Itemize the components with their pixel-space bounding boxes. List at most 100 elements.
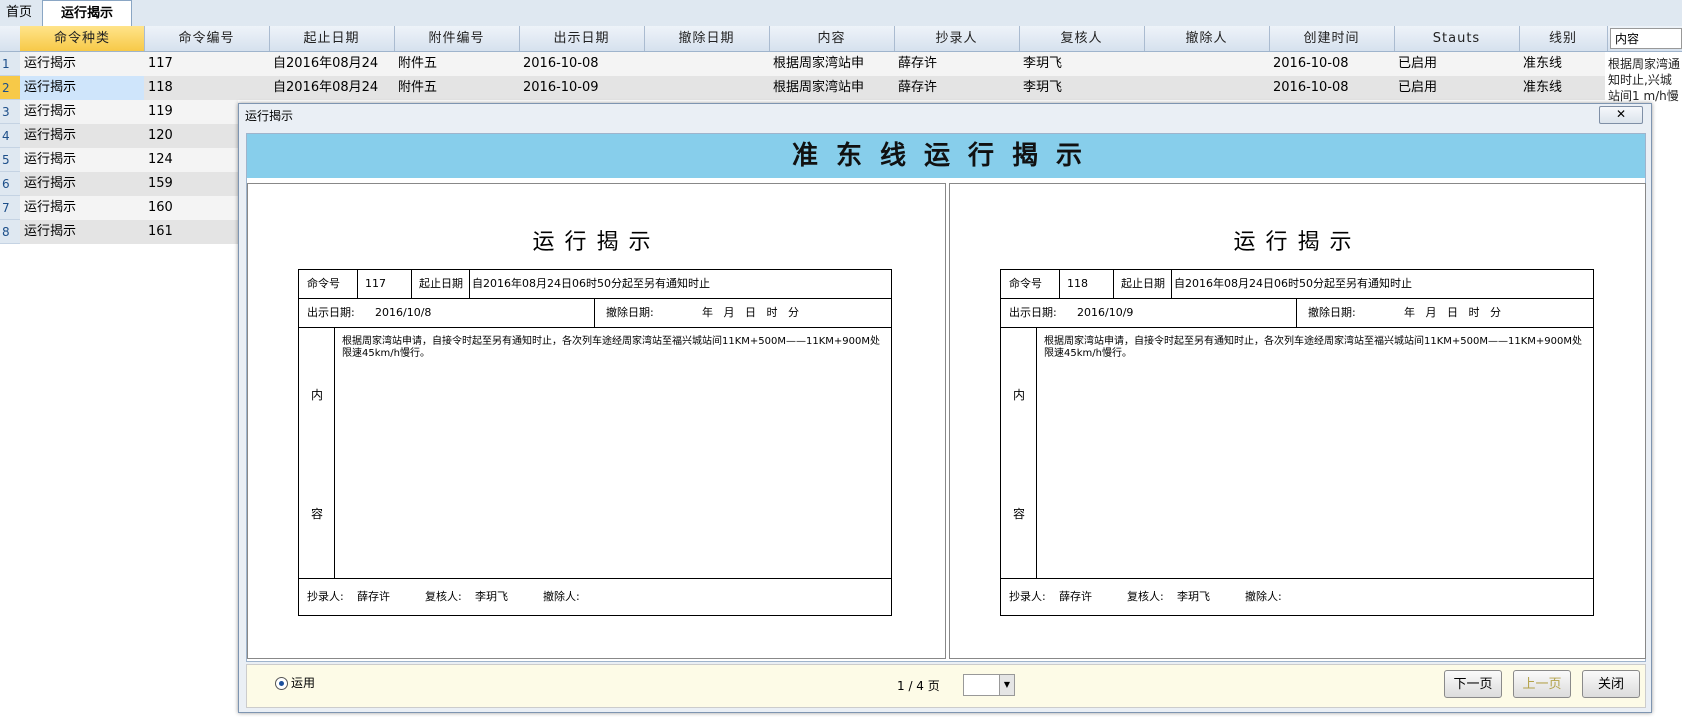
cell-status: 已启用 [1398, 80, 1438, 95]
col-header-status[interactable]: Stauts [1394, 26, 1520, 51]
notice-form: 命令号 117 起止日期 自2016年08月24日06时50分起至另有通知时止 … [298, 269, 892, 616]
cell-type: 运行揭示 [24, 152, 77, 167]
cell-type: 运行揭示 [24, 200, 77, 215]
col-header-checker[interactable]: 复核人 [1019, 26, 1145, 51]
show-date-label: 出示日期: [1009, 306, 1057, 319]
col-header-created[interactable]: 创建时间 [1269, 26, 1395, 51]
col-header-attachment[interactable]: 附件编号 [394, 26, 520, 51]
notice-page: 运行揭示 命令号 118 起止日期 自2016年08月24日06时50分起至另有… [949, 183, 1646, 659]
table-row[interactable]: 8 运行揭示 161 [0, 220, 238, 244]
form-row-content: 内 容 根据周家湾站申请，自接令时起至另有通知时止，各次列车途经周家湾站至福兴城… [1001, 328, 1593, 579]
remove-date-label: 撤除日期: [606, 306, 654, 319]
next-page-button[interactable]: 下一页 [1444, 670, 1502, 698]
show-date-value: 2016/10/8 [375, 306, 432, 319]
table-row[interactable]: 7 运行揭示 160 [0, 196, 238, 220]
row-number: 1 [0, 52, 20, 76]
cell-id: 161 [148, 224, 173, 239]
col-header-remover[interactable]: 撤除人 [1144, 26, 1270, 51]
form-row-signers: 抄录人: 薛存许 复核人: 李玥飞 撤除人: [1001, 579, 1593, 614]
remover-label: 撤除人: [1245, 590, 1282, 603]
show-date-value: 2016/10/9 [1077, 306, 1134, 319]
cmd-value: 118 [1067, 277, 1088, 290]
tab-bar: 首页 运行揭示 [0, 0, 1682, 28]
col-header-remove-date[interactable]: 撤除日期 [644, 26, 770, 51]
run-notice-dialog: 运行揭示 ✕ 准东线运行揭示 运行揭示 命令号 117 起止日期 自2016年0… [238, 103, 1652, 713]
cell-attachment: 附件五 [398, 80, 438, 95]
cell-id: 119 [148, 104, 173, 119]
cell-type: 运行揭示 [24, 224, 77, 239]
cell-checker: 李玥飞 [1023, 80, 1063, 95]
cell-id: 124 [148, 152, 173, 167]
cell-copier: 薛存许 [898, 56, 938, 71]
cmd-label: 命令号 [1009, 277, 1042, 290]
cell-range: 自2016年08月24 [273, 80, 379, 95]
cell-created: 2016-10-08 [1273, 56, 1349, 71]
page-select[interactable]: ▼ [963, 674, 1015, 696]
page-title: 运行揭示 [532, 230, 661, 255]
cell-show-date: 2016-10-09 [523, 80, 599, 95]
copier-value: 薛存许 [357, 590, 390, 603]
range-value: 自2016年08月24日06时50分起至另有通知时止 [472, 277, 710, 290]
cell-attachment: 附件五 [398, 56, 438, 71]
tab-run-notice[interactable]: 运行揭示 [42, 0, 132, 28]
row-number: 6 [0, 172, 20, 196]
grid-header: 命令种类 命令编号 起止日期 附件编号 出示日期 撤除日期 内容 抄录人 复核人… [0, 26, 1682, 52]
col-header-copier[interactable]: 抄录人 [894, 26, 1020, 51]
form-row-command: 命令号 117 起止日期 自2016年08月24日06时50分起至另有通知时止 [299, 270, 891, 299]
form-row-content: 内 容 根据周家湾站申请，自接令时起至另有通知时止，各次列车途经周家湾站至福兴城… [299, 328, 891, 579]
col-header-content[interactable]: 内容 [769, 26, 895, 51]
checker-label: 复核人: [425, 590, 462, 603]
cell-checker: 李玥飞 [1023, 56, 1063, 71]
use-radio-label[interactable]: 运用 [291, 674, 315, 691]
cell-range: 自2016年08月24 [273, 56, 379, 71]
remove-date-format: 年 月 日 时 分 [702, 306, 799, 319]
tab-home[interactable]: 首页 [0, 0, 42, 26]
chevron-down-icon[interactable]: ▼ [999, 675, 1014, 695]
page-indicator: 1 / 4 页 [897, 679, 940, 693]
col-header-id[interactable]: 命令编号 [144, 26, 270, 51]
row-number: 5 [0, 148, 20, 172]
form-row-command: 命令号 118 起止日期 自2016年08月24日06时50分起至另有通知时止 [1001, 270, 1593, 299]
cell-id: 160 [148, 200, 173, 215]
cell-content: 根据周家湾站申 [773, 56, 865, 71]
use-radio[interactable] [275, 677, 288, 690]
col-header-show-date[interactable]: 出示日期 [519, 26, 645, 51]
cell-status: 已启用 [1398, 56, 1438, 71]
table-row[interactable]: 4 运行揭示 120 [0, 124, 238, 148]
content-side-label-1: 内 [311, 388, 324, 402]
dialog-footer: 运用 1 / 4 页 ▼ 下一页 上一页 关闭 [246, 664, 1646, 708]
banner-title: 准东线运行揭示 [247, 134, 1645, 178]
col-header-range[interactable]: 起止日期 [269, 26, 395, 51]
print-preview: 准东线运行揭示 运行揭示 命令号 117 起止日期 自2016年08月24日06… [246, 133, 1646, 662]
cell-content: 根据周家湾站申 [773, 80, 865, 95]
table-row[interactable]: 5 运行揭示 124 [0, 148, 238, 172]
remove-date-label: 撤除日期: [1308, 306, 1356, 319]
content-text: 根据周家湾站申请，自接令时起至另有通知时止，各次列车途经周家湾站至福兴城站间11… [1044, 336, 1583, 359]
content-filter-input[interactable]: 内容 [1610, 28, 1682, 49]
cell-created: 2016-10-08 [1273, 80, 1349, 95]
col-header-type[interactable]: 命令种类 [20, 26, 145, 51]
table-row[interactable]: 3 运行揭示 119 [0, 100, 238, 124]
cmd-label: 命令号 [307, 277, 340, 290]
checker-value: 李玥飞 [1177, 590, 1210, 603]
page-title: 运行揭示 [1233, 230, 1362, 255]
content-side-label-1: 内 [1013, 388, 1026, 402]
range-label: 起止日期 [1121, 277, 1165, 290]
cell-line: 准东线 [1523, 80, 1563, 95]
table-row[interactable]: 1 运行揭示 117 自2016年08月24 附件五 2016-10-08 根据… [0, 52, 1605, 76]
remove-date-format: 年 月 日 时 分 [1404, 306, 1501, 319]
prev-page-button[interactable]: 上一页 [1513, 670, 1571, 698]
cell-copier: 薛存许 [898, 80, 938, 95]
show-date-label: 出示日期: [307, 306, 355, 319]
cell-id: 159 [148, 176, 173, 191]
col-header-line[interactable]: 线别 [1519, 26, 1608, 51]
table-row[interactable]: 6 运行揭示 159 [0, 172, 238, 196]
close-button[interactable]: 关闭 [1582, 670, 1640, 698]
cell-type: 运行揭示 [24, 128, 77, 143]
table-row[interactable]: 2 运行揭示 118 自2016年08月24 附件五 2016-10-09 根据… [0, 76, 1605, 100]
form-row-dates: 出示日期: 2016/10/9 撤除日期: 年 月 日 时 分 [1001, 299, 1593, 328]
row-number: 3 [0, 100, 20, 124]
cell-line: 准东线 [1523, 56, 1563, 71]
cell-type: 运行揭示 [20, 76, 144, 100]
close-icon[interactable]: ✕ [1599, 106, 1643, 124]
